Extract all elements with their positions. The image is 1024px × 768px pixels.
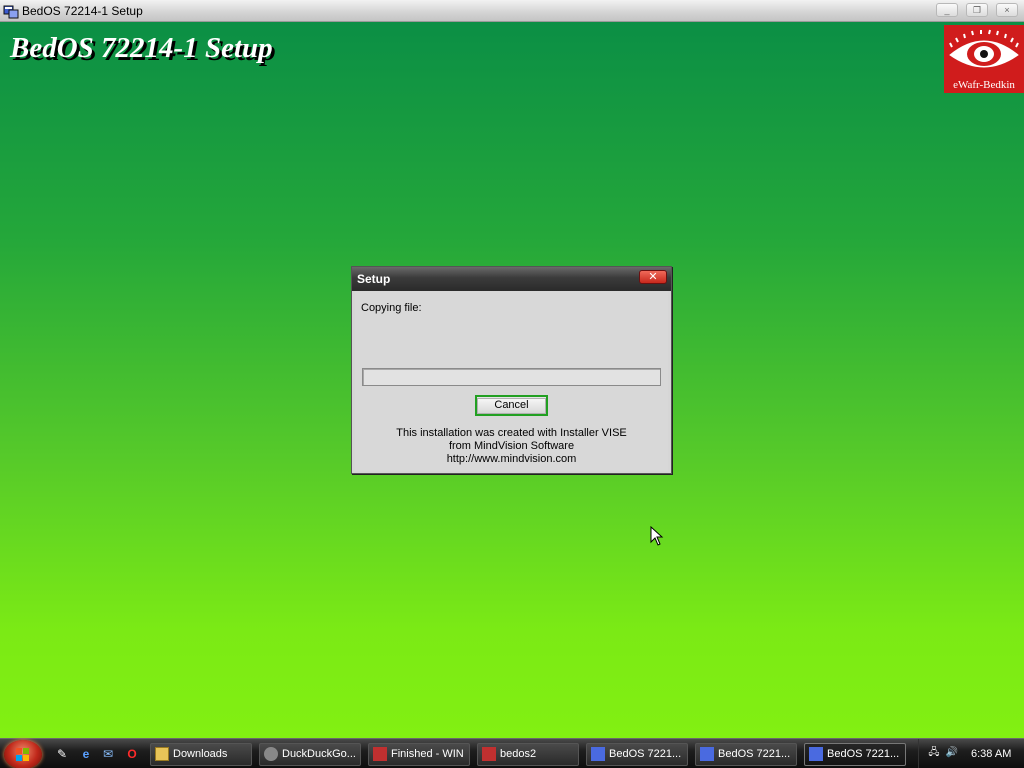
copying-file-label: Copying file:: [361, 302, 422, 314]
restore-button[interactable]: ❐: [966, 3, 988, 17]
windows-logo-icon: [16, 748, 29, 761]
duckduckgo-icon: [264, 747, 278, 761]
company-logo: eWafr-Bedkin: [944, 25, 1024, 93]
cancel-button[interactable]: Cancel: [475, 395, 548, 416]
taskbar-button-bedos2[interactable]: bedos2: [477, 743, 579, 766]
clock[interactable]: 6:38 AM: [971, 748, 1011, 760]
logo-caption: eWafr-Bedkin: [953, 79, 1015, 91]
window-close-button[interactable]: ×: [996, 3, 1018, 17]
setup-heading: BedOS 72214-1 Setup: [10, 32, 273, 64]
vise-icon: [373, 747, 387, 761]
cancel-button-label: Cancel: [477, 398, 546, 414]
volume-icon[interactable]: 🔊: [945, 746, 959, 760]
vise-icon: [482, 747, 496, 761]
taskbar-button-label: BedOS 7221...: [609, 748, 682, 760]
minimize-button[interactable]: _: [936, 3, 958, 17]
folder-icon: [155, 747, 169, 761]
system-tray: 🖧 🔊 6:38 AM: [918, 739, 1024, 768]
credits-line-1: This installation was created with Insta…: [396, 427, 627, 439]
taskbar-button-label: BedOS 7221...: [827, 748, 900, 760]
window-title: BedOS 72214-1 Setup: [22, 4, 143, 18]
setup-app-icon: [3, 5, 19, 19]
taskbar-button-label: BedOS 7221...: [718, 748, 791, 760]
taskbar: ✎ e ✉ O Downloads DuckDuckGo... Finished…: [0, 738, 1024, 768]
dialog-titlebar[interactable]: Setup ✕: [352, 267, 671, 291]
taskbar-button-duckduckgo[interactable]: DuckDuckGo...: [259, 743, 361, 766]
credits-line-2: from MindVision Software: [448, 440, 575, 452]
taskbar-button-downloads[interactable]: Downloads: [150, 743, 252, 766]
progress-bar: [362, 368, 661, 386]
setup-dialog: Setup ✕ Copying file: Cancel This instal…: [351, 266, 672, 474]
taskbar-button-bedos-setup-3[interactable]: BedOS 7221...: [804, 743, 906, 766]
internet-explorer-icon[interactable]: e: [78, 746, 94, 762]
start-button[interactable]: [4, 740, 42, 768]
eye-logo-icon: [949, 29, 1019, 68]
opera-icon[interactable]: O: [124, 746, 140, 762]
taskbar-button-label: DuckDuckGo...: [282, 748, 356, 760]
mouse-cursor-icon: [650, 526, 664, 546]
dialog-body: Copying file: Cancel This installation w…: [355, 291, 668, 471]
show-desktop-icon[interactable]: ✎: [54, 746, 70, 762]
setup-icon: [591, 747, 605, 761]
installer-credits: This installation was created with Insta…: [355, 427, 668, 466]
taskbar-button-bedos-setup-1[interactable]: BedOS 7221...: [586, 743, 688, 766]
setup-icon: [809, 747, 823, 761]
dialog-title: Setup: [357, 272, 391, 286]
window-titlebar[interactable]: BedOS 72214-1 Setup _ ❐ ×: [0, 0, 1024, 22]
setup-icon: [700, 747, 714, 761]
taskbar-button-label: Downloads: [173, 748, 228, 760]
taskbar-button-label: bedos2: [500, 748, 537, 760]
dialog-close-button[interactable]: ✕: [639, 270, 667, 284]
switch-windows-icon[interactable]: ✉: [100, 746, 116, 762]
credits-line-3: http://www.mindvision.com: [446, 453, 577, 465]
taskbar-button-bedos-setup-2[interactable]: BedOS 7221...: [695, 743, 797, 766]
taskbar-button-label: Finished - WIN: [391, 748, 464, 760]
network-icon[interactable]: 🖧: [927, 746, 941, 760]
taskbar-button-finished[interactable]: Finished - WIN: [368, 743, 470, 766]
